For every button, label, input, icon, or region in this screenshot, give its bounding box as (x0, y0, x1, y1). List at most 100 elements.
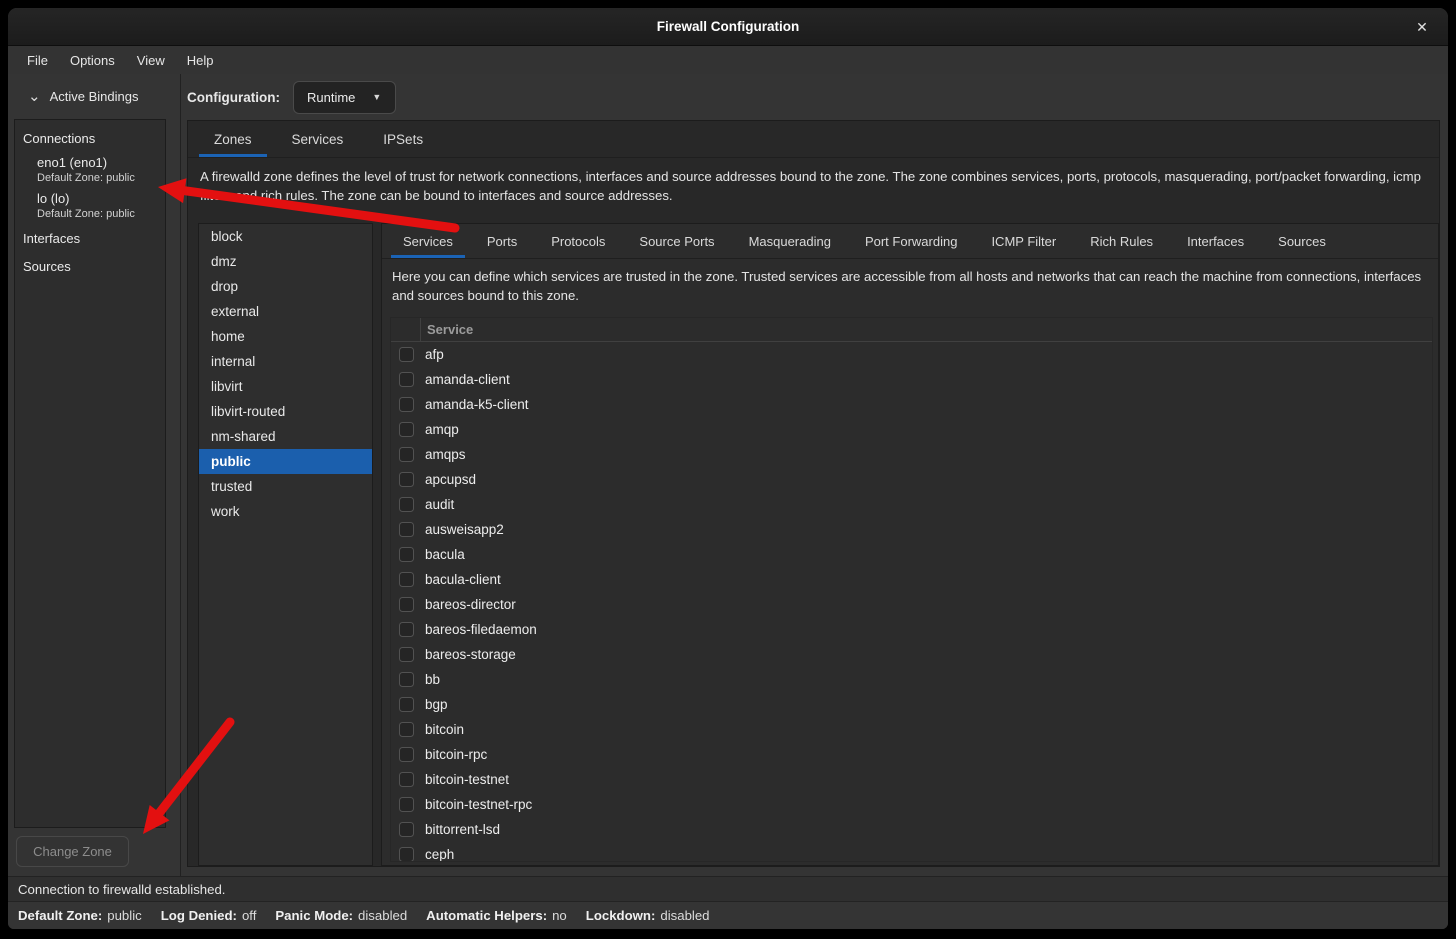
table-row[interactable]: bitcoin-testnet (391, 767, 1432, 792)
service-name: amanda-client (421, 372, 510, 387)
table-row[interactable]: bgp (391, 692, 1432, 717)
service-checkbox[interactable] (399, 697, 414, 712)
service-checkbox[interactable] (399, 572, 414, 587)
service-checkbox[interactable] (399, 622, 414, 637)
table-row[interactable]: amqps (391, 442, 1432, 467)
service-checkbox[interactable] (399, 797, 414, 812)
checkbox-cell (391, 797, 421, 812)
zone-list-item[interactable]: external (199, 299, 372, 324)
table-row[interactable]: apcupsd (391, 467, 1432, 492)
zone-list-item[interactable]: home (199, 324, 372, 349)
configuration-dropdown[interactable]: Runtime ▼ (293, 81, 396, 114)
table-row[interactable]: bareos-director (391, 592, 1432, 617)
zone-list-item[interactable]: work (199, 499, 372, 524)
checkbox-cell (391, 772, 421, 787)
menu-item[interactable]: File (16, 46, 59, 74)
zone-settings-tab[interactable]: Protocols (534, 224, 622, 258)
connection-name[interactable]: lo (lo) (37, 191, 165, 206)
service-checkbox[interactable] (399, 372, 414, 387)
checkbox-cell (391, 547, 421, 562)
service-checkbox[interactable] (399, 547, 414, 562)
zone-settings-tab[interactable]: Sources (1261, 224, 1343, 258)
table-row[interactable]: bitcoin-testnet-rpc (391, 792, 1432, 817)
connection-name[interactable]: eno1 (eno1) (37, 155, 165, 170)
service-checkbox[interactable] (399, 772, 414, 787)
close-icon[interactable]: ✕ (1412, 17, 1432, 37)
titlebar: Firewall Configuration ✕ (8, 8, 1448, 46)
main-tab[interactable]: IPSets (363, 121, 443, 157)
zone-settings-tab[interactable]: Port Forwarding (848, 224, 974, 258)
service-name: bitcoin-rpc (421, 747, 487, 762)
table-row[interactable]: audit (391, 492, 1432, 517)
table-row[interactable]: afp (391, 342, 1432, 367)
service-checkbox[interactable] (399, 472, 414, 487)
service-checkbox[interactable] (399, 722, 414, 737)
checkbox-cell (391, 472, 421, 487)
zone-settings-tab[interactable]: Masquerading (732, 224, 848, 258)
main-tab[interactable]: Services (272, 121, 364, 157)
table-row[interactable]: bareos-storage (391, 642, 1432, 667)
service-checkbox[interactable] (399, 847, 414, 861)
service-checkbox[interactable] (399, 447, 414, 462)
zone-list-item[interactable]: block (199, 224, 372, 249)
zone-settings-tab[interactable]: Services (386, 224, 470, 258)
table-row[interactable]: amanda-client (391, 367, 1432, 392)
service-checkbox[interactable] (399, 597, 414, 612)
main-tab[interactable]: Zones (194, 121, 272, 157)
zone-list-item[interactable]: libvirt (199, 374, 372, 399)
service-name: amqp (421, 422, 459, 437)
zone-list-item[interactable]: public (199, 449, 372, 474)
menu-item[interactable]: Options (59, 46, 126, 74)
table-row[interactable]: bacula (391, 542, 1432, 567)
table-row[interactable]: bareos-filedaemon (391, 617, 1432, 642)
table-row[interactable]: bb (391, 667, 1432, 692)
table-row[interactable]: ausweisapp2 (391, 517, 1432, 542)
connection-item[interactable]: lo (lo) Default Zone: public (23, 191, 165, 220)
table-row[interactable]: ceph (391, 842, 1432, 861)
zone-settings-tab[interactable]: Interfaces (1170, 224, 1261, 258)
zone-list-item[interactable]: dmz (199, 249, 372, 274)
zone-settings-tab[interactable]: Ports (470, 224, 534, 258)
active-bindings-expander[interactable]: ⌄ Active Bindings (8, 74, 180, 119)
service-checkbox[interactable] (399, 347, 414, 362)
table-row[interactable]: bittorrent-lsd (391, 817, 1432, 842)
menu-item[interactable]: Help (176, 46, 225, 74)
zone-list-item[interactable]: drop (199, 274, 372, 299)
connection-default-zone: Default Zone: public (37, 172, 165, 184)
status-value: public (107, 908, 141, 923)
zone-list-item[interactable]: trusted (199, 474, 372, 499)
main-tab-bar: Zones Services IPSets (188, 121, 1439, 158)
table-row[interactable]: amqp (391, 417, 1432, 442)
table-row[interactable]: bitcoin-rpc (391, 742, 1432, 767)
service-checkbox[interactable] (399, 822, 414, 837)
service-checkbox[interactable] (399, 522, 414, 537)
tree-item-interfaces[interactable]: Interfaces (23, 229, 165, 248)
service-checkbox[interactable] (399, 647, 414, 662)
service-name: ausweisapp2 (421, 522, 504, 537)
service-checkbox[interactable] (399, 672, 414, 687)
table-row[interactable]: amanda-k5-client (391, 392, 1432, 417)
configuration-toolbar: Configuration: Runtime ▼ (187, 74, 1440, 120)
checkbox-cell (391, 447, 421, 462)
zone-list-item[interactable]: internal (199, 349, 372, 374)
services-table: Service (390, 317, 1433, 862)
services-description: Here you can define which services are t… (382, 259, 1438, 313)
tree-item-connections[interactable]: Connections (23, 129, 165, 148)
table-row[interactable]: bacula-client (391, 567, 1432, 592)
zone-settings-tab[interactable]: Rich Rules (1073, 224, 1170, 258)
service-checkbox[interactable] (399, 747, 414, 762)
zone-list-item[interactable]: libvirt-routed (199, 399, 372, 424)
tree-item-sources[interactable]: Sources (23, 257, 165, 276)
service-checkbox[interactable] (399, 497, 414, 512)
service-checkbox[interactable] (399, 397, 414, 412)
checkbox-cell (391, 622, 421, 637)
connection-item[interactable]: eno1 (eno1) Default Zone: public (23, 155, 165, 184)
change-zone-button[interactable]: Change Zone (16, 836, 129, 867)
service-checkbox[interactable] (399, 422, 414, 437)
menu-item[interactable]: View (126, 46, 176, 74)
table-row[interactable]: bitcoin (391, 717, 1432, 742)
zone-settings-tab[interactable]: ICMP Filter (974, 224, 1073, 258)
zone-list-item[interactable]: nm-shared (199, 424, 372, 449)
service-name: amqps (421, 447, 466, 462)
zone-settings-tab[interactable]: Source Ports (622, 224, 731, 258)
